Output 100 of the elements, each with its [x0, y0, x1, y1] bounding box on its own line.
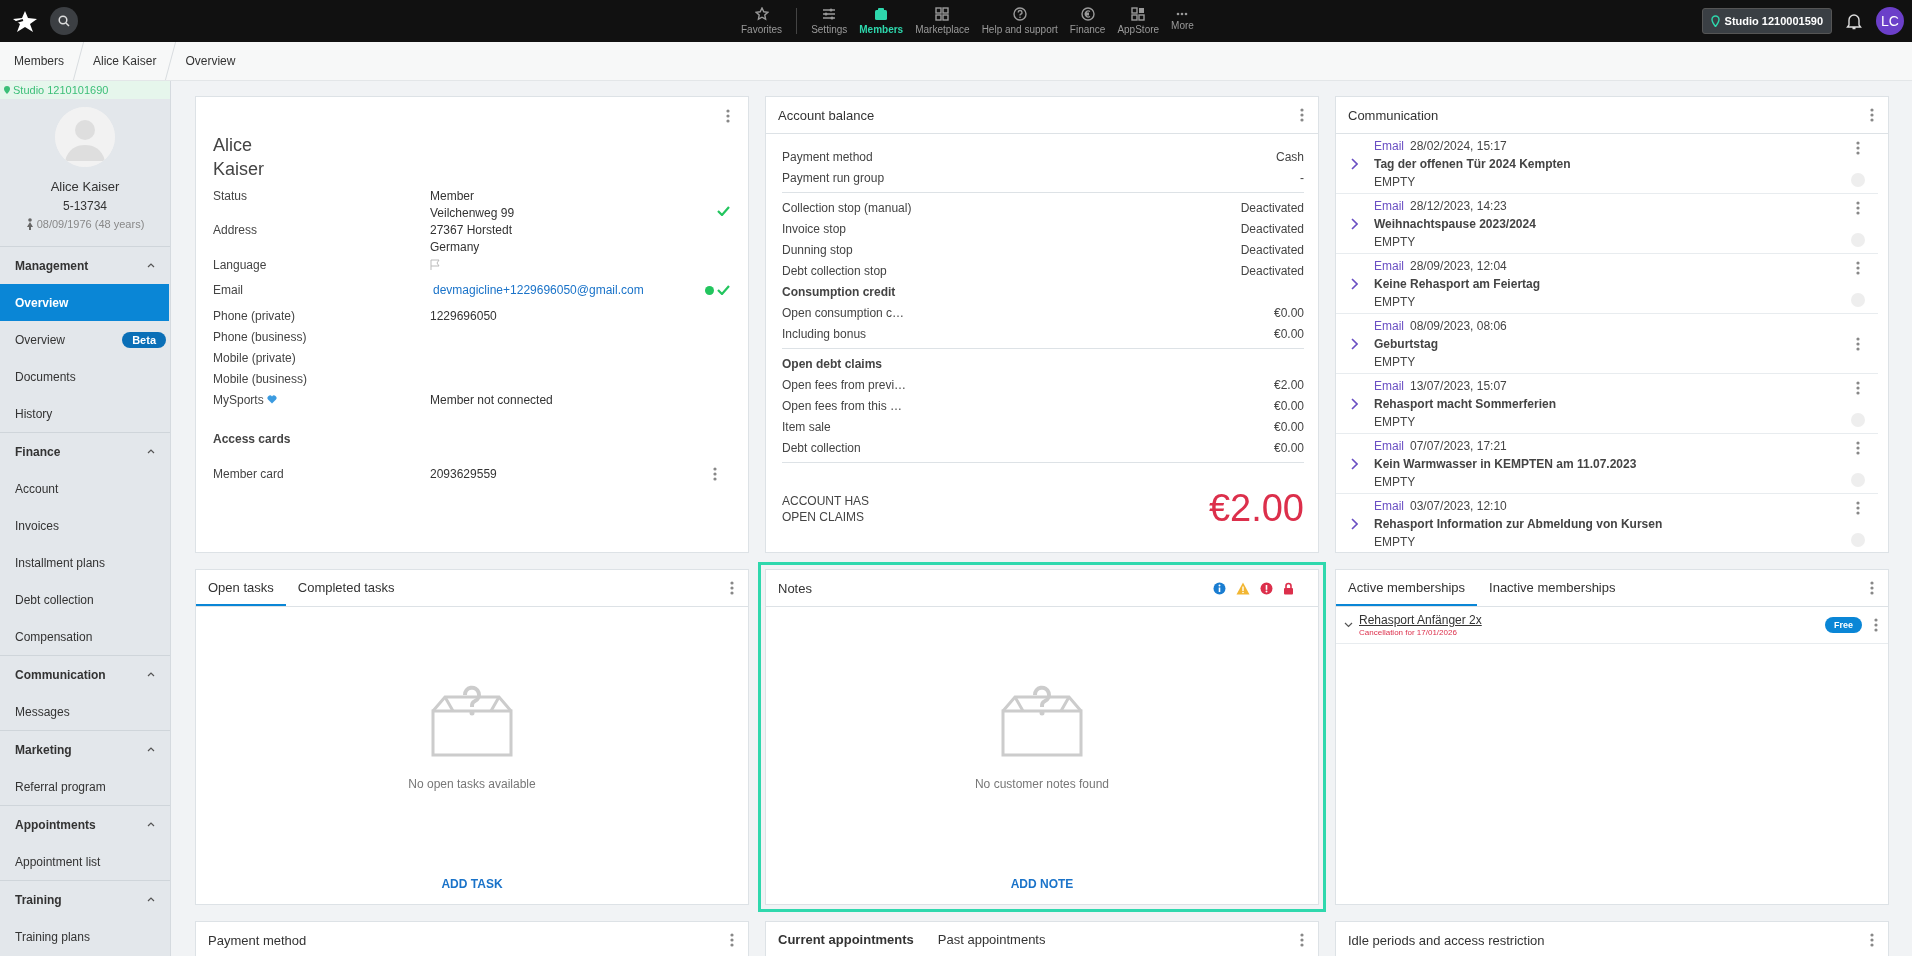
message-subject[interactable]: Rehasport Information zur Abmeldung von Kursen [1374, 517, 1838, 531]
tab[interactable]: Inactive memberships [1477, 570, 1628, 606]
info-icon[interactable] [1213, 581, 1226, 595]
field-label: Language [213, 257, 268, 272]
more-icon[interactable] [1300, 933, 1304, 947]
logo-icon[interactable] [12, 10, 38, 32]
person-icon [25, 218, 34, 230]
nav-item[interactable]: Compensation [0, 618, 169, 655]
more-icon[interactable] [1856, 141, 1860, 155]
studio-button[interactable]: Studio 1210001590 [1701, 8, 1832, 34]
add-note-button[interactable]: ADD NOTE [1004, 876, 1080, 892]
nav-section[interactable]: Training [0, 881, 170, 918]
nav-section[interactable]: Management [0, 247, 170, 284]
row-label: Including bonus [782, 326, 867, 341]
tab[interactable]: Open tasks [196, 570, 286, 606]
more-icon[interactable] [713, 466, 717, 481]
chevron-right-icon[interactable] [1351, 158, 1358, 170]
user-avatar[interactable]: LC [1876, 7, 1904, 35]
error-icon[interactable] [1260, 581, 1273, 595]
more-icon[interactable] [1856, 261, 1860, 275]
address-line: Veilchenweg 99 [430, 206, 516, 220]
member-id: 5-13734 [62, 199, 107, 213]
more-icon[interactable] [1300, 108, 1304, 122]
message-date: 13/07/2023, 15:07 [1410, 379, 1507, 393]
nav-section[interactable]: Communication [0, 656, 170, 693]
row-value: Deactivated [1240, 263, 1304, 278]
nav-item[interactable]: AppStore [1111, 7, 1166, 35]
chevron-right-icon[interactable] [1351, 338, 1358, 350]
nav-item[interactable]: Invoices [0, 507, 169, 544]
nav-item[interactable]: Marketplace [909, 7, 976, 35]
membership-link[interactable]: Rehasport Anfänger 2x [1359, 613, 1825, 627]
member-name: Alice Kaiser [50, 179, 120, 194]
nav-item[interactable]: Referral program [0, 768, 169, 805]
nav-item[interactable]: Members [853, 7, 910, 35]
tab[interactable]: Completed tasks [285, 570, 407, 606]
more-icon[interactable] [1856, 441, 1860, 455]
nav-item[interactable]: Documents [0, 358, 169, 395]
message-status: EMPTY [1374, 175, 1417, 189]
email-link[interactable]: devmagicline+1229696050@gmail.com [430, 283, 700, 297]
caret-icon [147, 263, 155, 268]
breadcrumb[interactable]: Members [0, 54, 78, 68]
message-subject[interactable]: Rehasport macht Sommerferien [1374, 397, 1838, 411]
nav-item[interactable]: Training plans [0, 918, 169, 955]
nav-item[interactable]: Settings [805, 7, 854, 35]
more-icon[interactable] [1856, 381, 1860, 395]
more-icon[interactable] [1870, 933, 1874, 947]
message-subject[interactable]: Kein Warmwasser in KEMPTEN am 11.07.2023 [1374, 457, 1838, 471]
breadcrumb[interactable]: Alice Kaiser [79, 54, 171, 68]
chevron-right-icon[interactable] [1351, 218, 1358, 230]
nav-item[interactable]: Overview Beta [0, 321, 169, 358]
tab[interactable]: Active memberships [1336, 570, 1478, 606]
chevron-right-icon[interactable] [1351, 458, 1358, 470]
bell-icon[interactable] [1846, 12, 1862, 30]
nav-item[interactable]: Debt collection [0, 581, 169, 618]
search-button[interactable] [50, 7, 78, 35]
nav-item[interactable]: Overview [0, 284, 169, 321]
more-icon[interactable] [1856, 501, 1860, 515]
more-icon[interactable] [730, 933, 734, 947]
message-status: EMPTY [1374, 415, 1417, 429]
nav-section[interactable]: Finance [0, 433, 170, 470]
message-status: EMPTY [1374, 235, 1417, 249]
channel-label: Email [1374, 439, 1404, 453]
empty-box-icon [429, 685, 515, 757]
chevron-right-icon[interactable] [1351, 278, 1358, 290]
more-icon[interactable] [1856, 337, 1860, 351]
warning-icon[interactable] [1236, 581, 1250, 595]
message-subject[interactable]: Keine Rehasport am Feiertag [1374, 277, 1838, 291]
nav-item[interactable]: Favorites [735, 7, 789, 35]
chevron-down-icon[interactable] [1344, 622, 1353, 628]
beta-badge: Beta [122, 331, 166, 348]
message-subject[interactable]: Weihnachtspause 2023/2024 [1374, 217, 1838, 231]
card-title: Payment method [208, 932, 307, 948]
message-subject[interactable]: Tag der offenen Tür 2024 Kempten [1374, 157, 1838, 171]
nav-item[interactable]: Appointment list [0, 843, 169, 880]
more-icon[interactable] [1856, 201, 1860, 215]
nav-item[interactable]: Account [0, 470, 169, 507]
more-icon[interactable] [1874, 618, 1878, 632]
add-task-button[interactable]: ADD TASK [435, 876, 509, 892]
chevron-right-icon[interactable] [1351, 518, 1358, 530]
message-subject[interactable]: Geburtstag [1374, 337, 1838, 351]
nav-section[interactable]: Marketing [0, 731, 170, 768]
lock-icon[interactable] [1283, 581, 1294, 595]
caret-icon [147, 747, 155, 752]
breadcrumb[interactable]: Overview [171, 54, 250, 68]
nav-item[interactable]: History [0, 395, 169, 432]
more-icon[interactable] [726, 109, 730, 123]
row-label: Item sale [782, 419, 831, 434]
message-status: EMPTY [1374, 475, 1417, 489]
chevron-right-icon[interactable] [1351, 398, 1358, 410]
tab[interactable]: Past appointments [925, 922, 1058, 956]
nav-item[interactable]: Messages [0, 693, 169, 730]
more-icon[interactable] [1870, 108, 1874, 122]
tab[interactable]: Current appointments [766, 922, 926, 956]
more-icon[interactable] [1870, 581, 1874, 595]
nav-item[interactable]: Installment plans [0, 544, 169, 581]
nav-item[interactable]: Help and support [975, 7, 1064, 35]
nav-section[interactable]: Appointments [0, 806, 170, 843]
nav-item[interactable]: Finance [1063, 7, 1112, 35]
nav-item[interactable]: More [1165, 11, 1200, 31]
more-icon[interactable] [730, 581, 734, 595]
